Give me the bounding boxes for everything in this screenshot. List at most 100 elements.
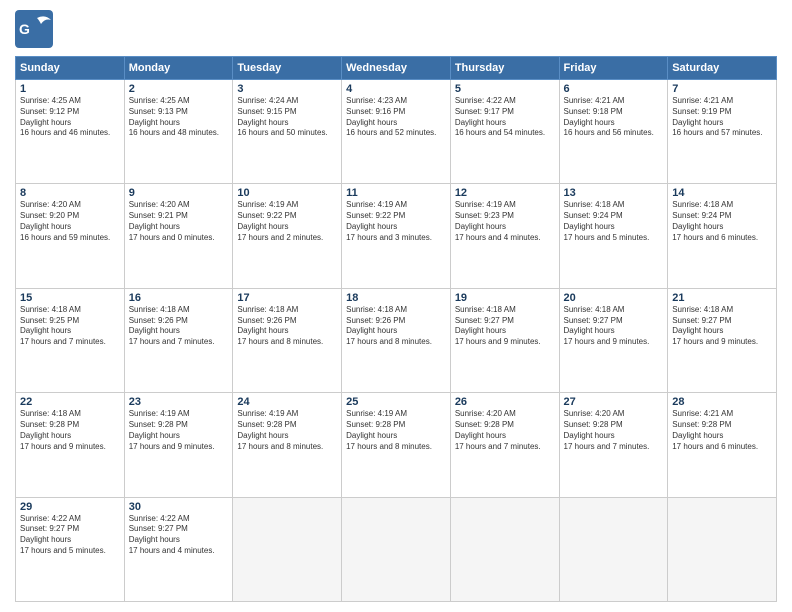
day-number: 4: [346, 83, 446, 95]
day-number: 25: [346, 396, 446, 408]
day-info: Sunrise: 4:19 AMSunset: 9:22 PMDaylight …: [346, 200, 446, 243]
day-header-sunday: Sunday: [16, 57, 125, 80]
day-info: Sunrise: 4:18 AMSunset: 9:25 PMDaylight …: [20, 305, 120, 348]
calendar-cell: 25Sunrise: 4:19 AMSunset: 9:28 PMDayligh…: [342, 393, 451, 497]
page: G SundayMondayTuesdayWednesdayThursdayFr…: [0, 0, 792, 612]
day-info: Sunrise: 4:18 AMSunset: 9:27 PMDaylight …: [672, 305, 772, 348]
calendar-cell: 8Sunrise: 4:20 AMSunset: 9:20 PMDaylight…: [16, 184, 125, 288]
calendar-cell: 9Sunrise: 4:20 AMSunset: 9:21 PMDaylight…: [124, 184, 233, 288]
day-number: 29: [20, 501, 120, 513]
day-number: 11: [346, 187, 446, 199]
calendar-cell: 3Sunrise: 4:24 AMSunset: 9:15 PMDaylight…: [233, 80, 342, 184]
calendar-cell: 12Sunrise: 4:19 AMSunset: 9:23 PMDayligh…: [450, 184, 559, 288]
day-number: 17: [237, 292, 337, 304]
day-number: 8: [20, 187, 120, 199]
day-number: 18: [346, 292, 446, 304]
day-number: 20: [564, 292, 664, 304]
day-header-monday: Monday: [124, 57, 233, 80]
day-info: Sunrise: 4:19 AMSunset: 9:22 PMDaylight …: [237, 200, 337, 243]
day-number: 5: [455, 83, 555, 95]
day-info: Sunrise: 4:21 AMSunset: 9:18 PMDaylight …: [564, 96, 664, 139]
calendar-cell: 15Sunrise: 4:18 AMSunset: 9:25 PMDayligh…: [16, 288, 125, 392]
day-info: Sunrise: 4:18 AMSunset: 9:27 PMDaylight …: [564, 305, 664, 348]
calendar-cell: 17Sunrise: 4:18 AMSunset: 9:26 PMDayligh…: [233, 288, 342, 392]
day-number: 22: [20, 396, 120, 408]
day-info: Sunrise: 4:19 AMSunset: 9:28 PMDaylight …: [237, 409, 337, 452]
day-info: Sunrise: 4:18 AMSunset: 9:24 PMDaylight …: [672, 200, 772, 243]
day-header-tuesday: Tuesday: [233, 57, 342, 80]
calendar-cell: 23Sunrise: 4:19 AMSunset: 9:28 PMDayligh…: [124, 393, 233, 497]
calendar-cell: 30Sunrise: 4:22 AMSunset: 9:27 PMDayligh…: [124, 497, 233, 601]
day-number: 13: [564, 187, 664, 199]
day-info: Sunrise: 4:19 AMSunset: 9:28 PMDaylight …: [346, 409, 446, 452]
day-number: 3: [237, 83, 337, 95]
logo: G: [15, 10, 57, 48]
day-info: Sunrise: 4:18 AMSunset: 9:26 PMDaylight …: [129, 305, 229, 348]
day-header-saturday: Saturday: [668, 57, 777, 80]
day-number: 21: [672, 292, 772, 304]
day-number: 15: [20, 292, 120, 304]
calendar-cell: 22Sunrise: 4:18 AMSunset: 9:28 PMDayligh…: [16, 393, 125, 497]
day-info: Sunrise: 4:19 AMSunset: 9:23 PMDaylight …: [455, 200, 555, 243]
day-info: Sunrise: 4:21 AMSunset: 9:28 PMDaylight …: [672, 409, 772, 452]
calendar-cell: 14Sunrise: 4:18 AMSunset: 9:24 PMDayligh…: [668, 184, 777, 288]
calendar-cell: 2Sunrise: 4:25 AMSunset: 9:13 PMDaylight…: [124, 80, 233, 184]
calendar-cell: 7Sunrise: 4:21 AMSunset: 9:19 PMDaylight…: [668, 80, 777, 184]
day-info: Sunrise: 4:25 AMSunset: 9:13 PMDaylight …: [129, 96, 229, 139]
day-info: Sunrise: 4:25 AMSunset: 9:12 PMDaylight …: [20, 96, 120, 139]
day-info: Sunrise: 4:20 AMSunset: 9:28 PMDaylight …: [455, 409, 555, 452]
calendar-cell: 6Sunrise: 4:21 AMSunset: 9:18 PMDaylight…: [559, 80, 668, 184]
calendar-week-1: 8Sunrise: 4:20 AMSunset: 9:20 PMDaylight…: [16, 184, 777, 288]
day-number: 16: [129, 292, 229, 304]
day-info: Sunrise: 4:24 AMSunset: 9:15 PMDaylight …: [237, 96, 337, 139]
calendar-cell: [342, 497, 451, 601]
day-number: 10: [237, 187, 337, 199]
day-info: Sunrise: 4:18 AMSunset: 9:26 PMDaylight …: [237, 305, 337, 348]
calendar-cell: 20Sunrise: 4:18 AMSunset: 9:27 PMDayligh…: [559, 288, 668, 392]
calendar-cell: 5Sunrise: 4:22 AMSunset: 9:17 PMDaylight…: [450, 80, 559, 184]
calendar-cell: 24Sunrise: 4:19 AMSunset: 9:28 PMDayligh…: [233, 393, 342, 497]
day-header-thursday: Thursday: [450, 57, 559, 80]
calendar-cell: 16Sunrise: 4:18 AMSunset: 9:26 PMDayligh…: [124, 288, 233, 392]
day-info: Sunrise: 4:20 AMSunset: 9:20 PMDaylight …: [20, 200, 120, 243]
day-number: 14: [672, 187, 772, 199]
calendar-week-3: 22Sunrise: 4:18 AMSunset: 9:28 PMDayligh…: [16, 393, 777, 497]
day-header-friday: Friday: [559, 57, 668, 80]
calendar-cell: [233, 497, 342, 601]
calendar-cell: 27Sunrise: 4:20 AMSunset: 9:28 PMDayligh…: [559, 393, 668, 497]
day-number: 12: [455, 187, 555, 199]
calendar-cell: 4Sunrise: 4:23 AMSunset: 9:16 PMDaylight…: [342, 80, 451, 184]
day-number: 2: [129, 83, 229, 95]
day-info: Sunrise: 4:18 AMSunset: 9:28 PMDaylight …: [20, 409, 120, 452]
day-number: 28: [672, 396, 772, 408]
day-number: 26: [455, 396, 555, 408]
day-info: Sunrise: 4:20 AMSunset: 9:28 PMDaylight …: [564, 409, 664, 452]
day-number: 7: [672, 83, 772, 95]
svg-text:G: G: [19, 21, 30, 37]
calendar-cell: 11Sunrise: 4:19 AMSunset: 9:22 PMDayligh…: [342, 184, 451, 288]
calendar-week-4: 29Sunrise: 4:22 AMSunset: 9:27 PMDayligh…: [16, 497, 777, 601]
day-info: Sunrise: 4:19 AMSunset: 9:28 PMDaylight …: [129, 409, 229, 452]
day-info: Sunrise: 4:22 AMSunset: 9:27 PMDaylight …: [20, 514, 120, 557]
calendar-table: SundayMondayTuesdayWednesdayThursdayFrid…: [15, 56, 777, 602]
day-number: 24: [237, 396, 337, 408]
day-info: Sunrise: 4:18 AMSunset: 9:27 PMDaylight …: [455, 305, 555, 348]
calendar-cell: 21Sunrise: 4:18 AMSunset: 9:27 PMDayligh…: [668, 288, 777, 392]
day-number: 9: [129, 187, 229, 199]
day-number: 6: [564, 83, 664, 95]
day-number: 30: [129, 501, 229, 513]
day-info: Sunrise: 4:22 AMSunset: 9:17 PMDaylight …: [455, 96, 555, 139]
calendar-week-2: 15Sunrise: 4:18 AMSunset: 9:25 PMDayligh…: [16, 288, 777, 392]
day-info: Sunrise: 4:18 AMSunset: 9:26 PMDaylight …: [346, 305, 446, 348]
calendar-cell: 10Sunrise: 4:19 AMSunset: 9:22 PMDayligh…: [233, 184, 342, 288]
calendar-cell: 29Sunrise: 4:22 AMSunset: 9:27 PMDayligh…: [16, 497, 125, 601]
day-number: 1: [20, 83, 120, 95]
day-info: Sunrise: 4:18 AMSunset: 9:24 PMDaylight …: [564, 200, 664, 243]
day-number: 19: [455, 292, 555, 304]
calendar-cell: 28Sunrise: 4:21 AMSunset: 9:28 PMDayligh…: [668, 393, 777, 497]
day-number: 23: [129, 396, 229, 408]
calendar-cell: 1Sunrise: 4:25 AMSunset: 9:12 PMDaylight…: [16, 80, 125, 184]
calendar-cell: 18Sunrise: 4:18 AMSunset: 9:26 PMDayligh…: [342, 288, 451, 392]
calendar-cell: [450, 497, 559, 601]
header: G: [15, 10, 777, 48]
